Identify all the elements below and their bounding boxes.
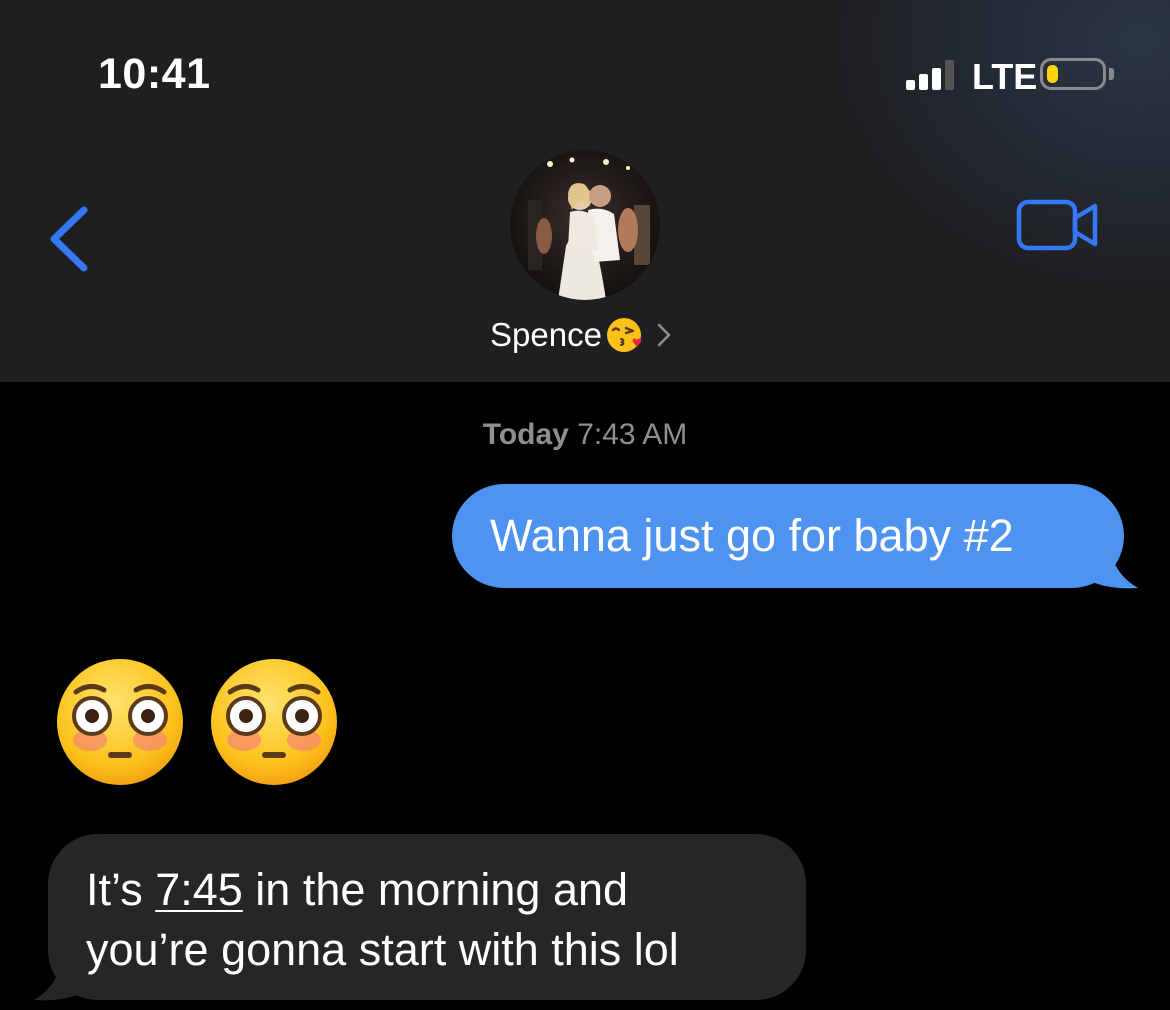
message-line-2: you’re gonna start with this lol: [86, 924, 679, 975]
face-blowing-kiss-emoji: [606, 318, 642, 352]
outgoing-bubble-tail: [1080, 548, 1138, 589]
battery-cap: [1109, 68, 1114, 80]
outgoing-message-bubble[interactable]: Wanna just go for baby #2: [452, 484, 1124, 588]
message-text-prefix: It’s: [86, 864, 156, 915]
timestamp-time: 7:43 AM: [577, 418, 688, 451]
timestamp-day: Today: [482, 418, 569, 451]
imessage-screen: 10:41 LTE Spence Today 7:43 AM Wanna jus…: [0, 0, 1170, 1010]
facetime-video-button[interactable]: [1015, 196, 1101, 256]
incoming-emoji-message[interactable]: [54, 656, 340, 788]
chevron-right-icon: [657, 323, 671, 347]
conversation-header: 10:41 LTE Spence: [0, 0, 1170, 382]
flushed-face-emoji: [57, 659, 183, 785]
chevron-left-icon: [50, 206, 88, 272]
message-text: Wanna just go for baby #2: [490, 510, 1014, 561]
battery-icon: [1040, 58, 1106, 90]
network-type-label: LTE: [972, 56, 1038, 97]
message-text-suffix: in the morning and: [242, 864, 629, 915]
message-line-1: It’s 7:45 in the morning and: [86, 860, 776, 920]
cellular-signal-icon: [906, 60, 958, 90]
incoming-bubble-tail: [34, 958, 92, 1001]
status-bar-time: 10:41: [98, 50, 211, 98]
contact-name: Spence: [490, 316, 602, 353]
facetime-video-icon: [1016, 199, 1098, 251]
back-button[interactable]: [40, 200, 100, 278]
detected-time-link[interactable]: 7:45: [155, 864, 243, 915]
contact-avatar[interactable]: [510, 150, 660, 300]
message-timestamp: Today 7:43 AM: [0, 418, 1170, 452]
flushed-face-emoji: [211, 659, 337, 785]
incoming-message-bubble[interactable]: It’s 7:45 in the morning and you’re gonn…: [48, 834, 806, 1000]
contact-details-button[interactable]: Spence: [490, 312, 672, 358]
battery-level-fill: [1047, 65, 1058, 83]
contact-photo: [510, 150, 660, 300]
